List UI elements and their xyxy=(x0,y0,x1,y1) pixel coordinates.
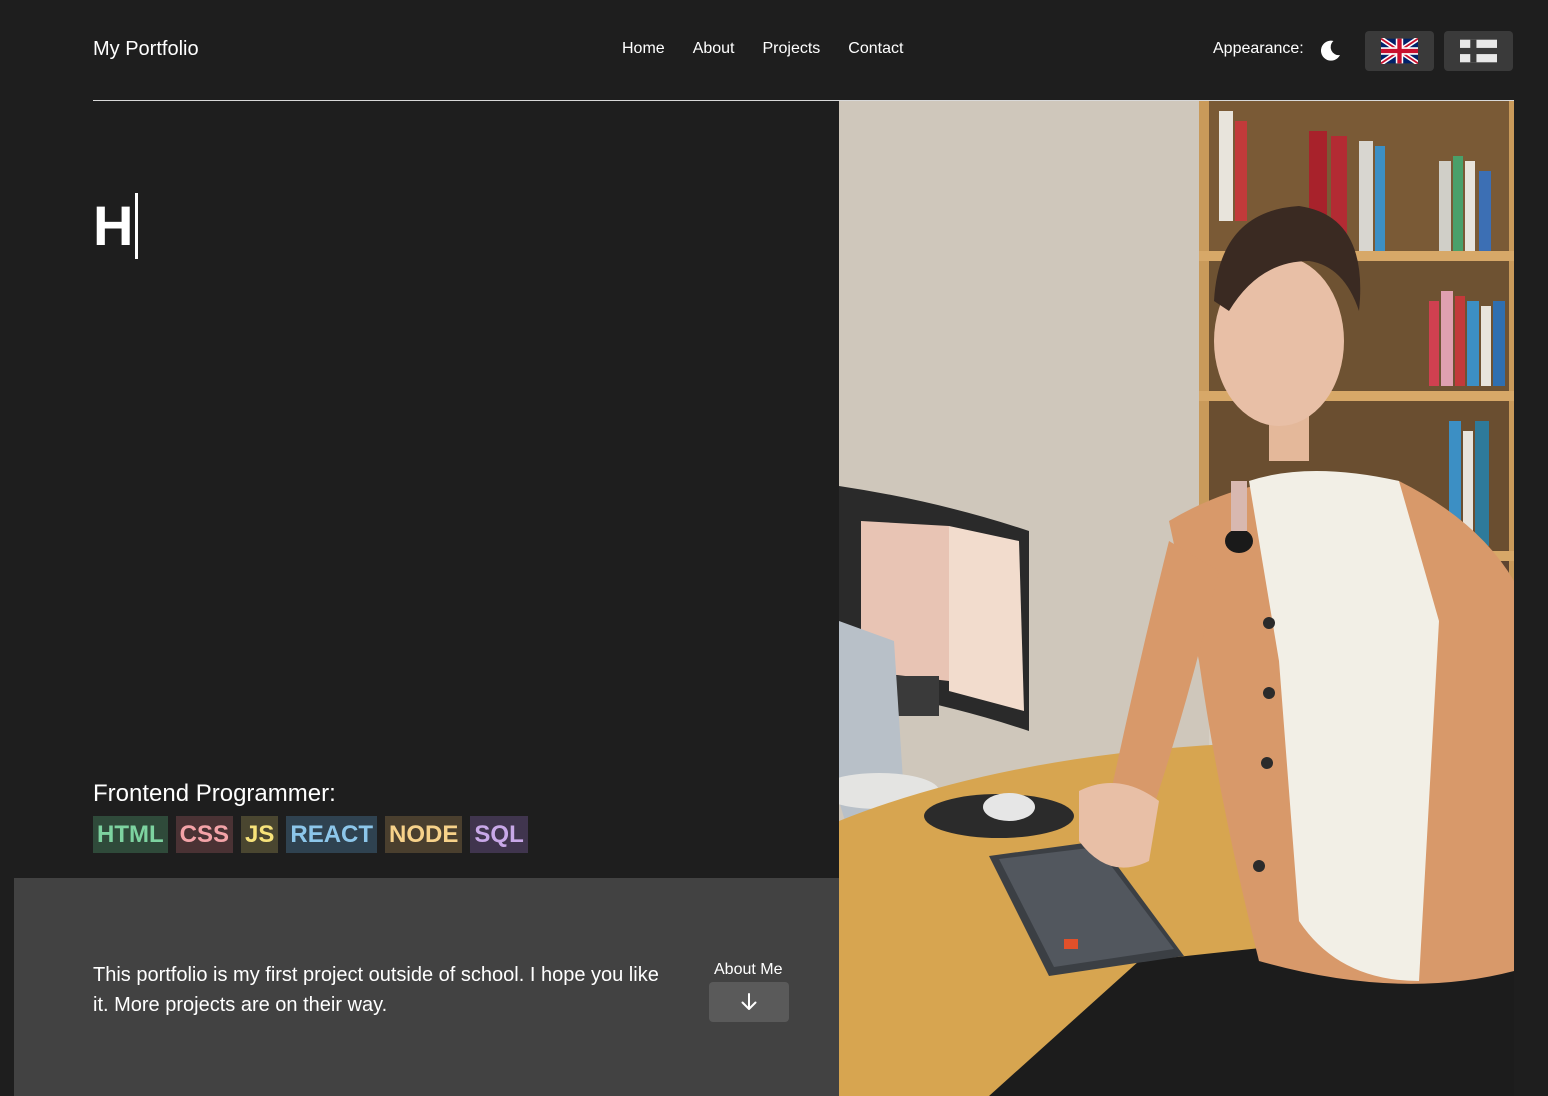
skill-tags: HTML CSS JS REACT NODE SQL xyxy=(93,816,528,853)
finnish-flag-icon xyxy=(1460,39,1497,63)
typed-heading: H xyxy=(93,192,139,260)
skill-tag-css: CSS xyxy=(175,816,234,853)
typed-text: H xyxy=(93,194,134,257)
skill-tag-node: NODE xyxy=(385,816,463,853)
brand-title[interactable]: My Portfolio xyxy=(93,38,199,61)
skill-tag-js: JS xyxy=(241,816,279,853)
uk-flag-icon xyxy=(1381,38,1418,64)
language-english-button[interactable] xyxy=(1365,31,1434,71)
main-nav: Home About Projects Contact xyxy=(622,40,903,58)
site-header: My Portfolio Home About Projects Contact… xyxy=(93,0,1514,101)
moon-icon[interactable] xyxy=(1317,38,1343,64)
skill-tag-sql: SQL xyxy=(470,816,528,853)
nav-about[interactable]: About xyxy=(693,40,735,58)
profile-photo xyxy=(839,101,1514,1096)
arrow-down-icon xyxy=(741,993,757,1010)
scroll-down-button[interactable] xyxy=(709,982,789,1022)
intro-panel: This portfolio is my first project outsi… xyxy=(14,878,839,1096)
skill-tag-html: HTML xyxy=(93,816,168,853)
appearance-label: Appearance: xyxy=(1213,40,1304,57)
nav-home[interactable]: Home xyxy=(622,40,665,58)
page: My Portfolio Home About Projects Contact… xyxy=(0,0,1548,1096)
nav-contact[interactable]: Contact xyxy=(848,40,903,58)
skill-tag-react: REACT xyxy=(286,816,378,853)
role-title: Frontend Programmer: xyxy=(93,780,336,807)
nav-projects[interactable]: Projects xyxy=(763,40,821,58)
photo-illustration xyxy=(839,101,1514,1096)
text-caret xyxy=(135,193,139,259)
about-me-label: About Me xyxy=(714,961,783,978)
language-finnish-button[interactable] xyxy=(1444,31,1513,71)
intro-text: This portfolio is my first project outsi… xyxy=(93,964,659,1016)
